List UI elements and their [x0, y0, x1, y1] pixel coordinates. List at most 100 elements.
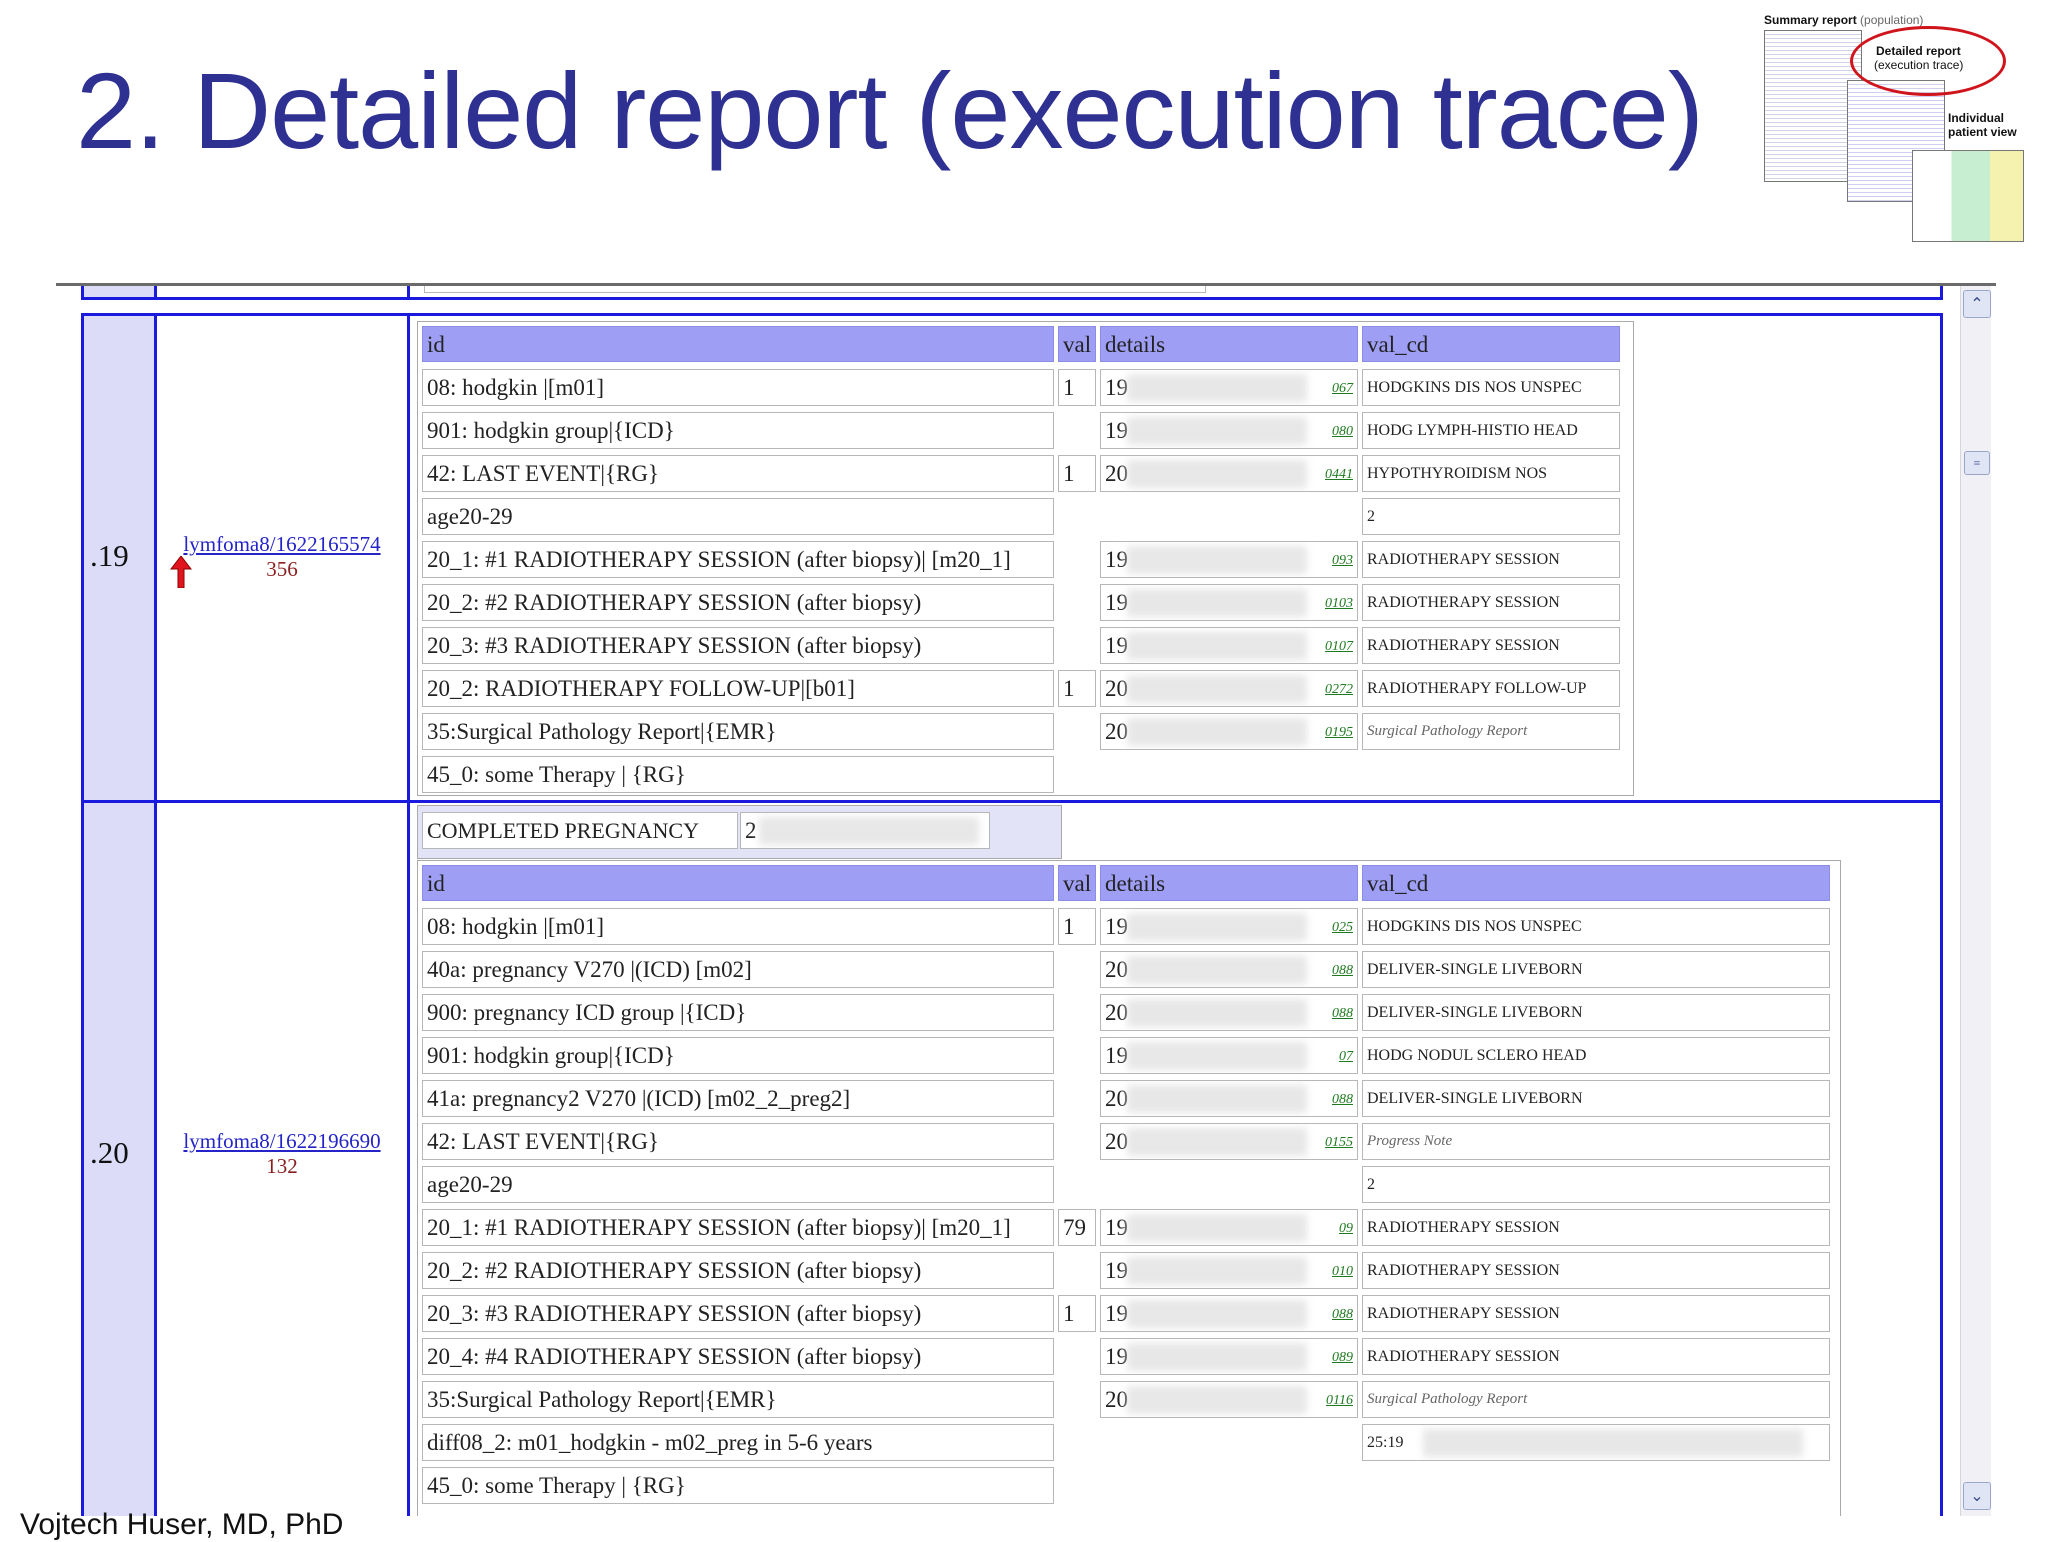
details-link[interactable]: 088	[1332, 1083, 1353, 1116]
event-id-cell: 45_0: some Therapy | {RG}	[422, 756, 1054, 793]
details-date-prefix: 19	[1105, 1344, 1128, 1369]
event-id-cell: diff08_2: m01_hodgkin - m02_preg in 5-6 …	[422, 1424, 1054, 1461]
column-header-details[interactable]: details	[1100, 326, 1358, 362]
event-valcd-cell: HYPOTHYROIDISM NOS	[1362, 455, 1620, 492]
event-valcd-cell: Progress Note	[1362, 1123, 1830, 1160]
column-header-details[interactable]: details	[1100, 865, 1358, 901]
previous-row-remnant	[81, 286, 1943, 300]
event-valcd-cell: RADIOTHERAPY SESSION	[1362, 1338, 1830, 1375]
report-row: .20 lymfoma8/1622196690 132 COMPLETED PR…	[81, 800, 1943, 1516]
event-id-cell: 20_2: #2 RADIOTHERAPY SESSION (after bio…	[422, 584, 1054, 621]
event-id-cell: 45_0: some Therapy | {RG}	[422, 1467, 1054, 1504]
column-header-val-cd[interactable]: val_cd	[1362, 326, 1620, 362]
thumb-individual-label: Individual	[1948, 111, 2005, 125]
redacted-details	[1127, 589, 1307, 617]
thumb-individual-sub: patient view	[1948, 125, 2017, 139]
details-link[interactable]: 093	[1332, 544, 1353, 577]
patient-link[interactable]: lymfoma8/1622165574	[157, 532, 407, 557]
pregnancy-value-cell: 2	[740, 812, 990, 849]
event-id-cell: 41a: pregnancy2 V270 |(ICD) [m02_2_preg2…	[422, 1080, 1054, 1117]
details-link[interactable]: 088	[1332, 997, 1353, 1030]
vertical-scrollbar[interactable]: ⌃ ≡ ⌄	[1960, 286, 1991, 1516]
column-header-id[interactable]: id	[422, 326, 1054, 362]
event-valcd-cell: RADIOTHERAPY SESSION	[1362, 1209, 1830, 1246]
details-link[interactable]: 07	[1339, 1040, 1353, 1073]
event-valcd-cell: RADIOTHERAPY SESSION	[1362, 584, 1620, 621]
event-details-cell: 19 067	[1100, 369, 1358, 406]
redacted-details	[1127, 675, 1307, 703]
details-link[interactable]: 088	[1332, 1298, 1353, 1331]
column-header-val[interactable]: val	[1058, 865, 1096, 901]
event-details-cell: 19 09	[1100, 1209, 1358, 1246]
details-date-prefix: 19	[1105, 633, 1128, 658]
event-val-cell: 79	[1058, 1209, 1096, 1246]
scroll-up-button[interactable]: ⌃	[1963, 290, 1991, 318]
details-link[interactable]: 09	[1339, 1212, 1353, 1245]
report-viewport: .19 lymfoma8/1622165574 356 id val details…	[60, 286, 1960, 1516]
event-details-cell: 19 088	[1100, 1295, 1358, 1332]
details-link[interactable]: 0195	[1325, 716, 1353, 749]
details-link[interactable]: 025	[1332, 911, 1353, 944]
details-link[interactable]: 0103	[1325, 587, 1353, 620]
event-val-cell: 1	[1058, 908, 1096, 945]
event-details-cell: 19 025	[1100, 908, 1358, 945]
column-header-val-cd[interactable]: val_cd	[1362, 865, 1830, 901]
previous-row-table	[424, 286, 1206, 293]
event-valcd-cell: RADIOTHERAPY SESSION	[1362, 1252, 1830, 1289]
details-link[interactable]: 010	[1332, 1255, 1353, 1288]
redacted-details	[1127, 1214, 1307, 1242]
event-val-cell: 1	[1058, 1295, 1096, 1332]
redacted-details	[1127, 417, 1307, 445]
column-header-val[interactable]: val	[1058, 326, 1096, 362]
details-link[interactable]: 0155	[1325, 1126, 1353, 1159]
event-details-cell: 20 0272	[1100, 670, 1358, 707]
details-link[interactable]: 067	[1332, 372, 1353, 405]
event-table: id val details val_cd 08: hodgkin |[m01] 1 19 0…	[417, 321, 1634, 796]
details-date-prefix: 19	[1105, 547, 1128, 572]
patient-link[interactable]: lymfoma8/1622196690	[157, 1129, 407, 1154]
details-link[interactable]: 0441	[1325, 458, 1353, 491]
column-header-id[interactable]: id	[422, 865, 1054, 901]
details-date-prefix: 20	[1105, 1387, 1128, 1412]
redacted-details	[1127, 374, 1307, 402]
author-footer: Vojtech Huser, MD, PhD	[20, 1508, 344, 1541]
event-id-cell: 42: LAST EVENT|{RG}	[422, 1123, 1054, 1160]
details-link[interactable]: 0272	[1325, 673, 1353, 706]
event-details-cell: 20 0155	[1100, 1123, 1358, 1160]
details-link[interactable]: 0116	[1326, 1384, 1353, 1417]
previous-row-num-cell	[84, 286, 157, 297]
event-id-cell: 35:Surgical Pathology Report|{EMR}	[422, 1381, 1054, 1418]
event-details-cell: 19 0103	[1100, 584, 1358, 621]
event-valcd-cell: RADIOTHERAPY SESSION	[1362, 541, 1620, 578]
event-details-cell: 19 089	[1100, 1338, 1358, 1375]
patient-id-cell: lymfoma8/1622165574 356	[157, 316, 410, 800]
details-date-prefix: 19	[1105, 418, 1128, 443]
scroll-thumb[interactable]: ≡	[1964, 451, 1990, 475]
event-details-cell: 20 0441	[1100, 455, 1358, 492]
event-id-cell: 40a: pregnancy V270 |(ICD) [m02]	[422, 951, 1054, 988]
event-valcd-cell: Surgical Pathology Report	[1362, 713, 1620, 750]
event-val-cell: 1	[1058, 670, 1096, 707]
redacted-details	[1127, 546, 1307, 574]
slide-title: 2. Detailed report (execution trace)	[76, 50, 1704, 171]
event-details-cell: 19 0107	[1100, 627, 1358, 664]
event-valcd-cell: HODGKINS DIS NOS UNSPEC	[1362, 908, 1830, 945]
redacted-details	[1127, 1257, 1307, 1285]
scroll-down-button[interactable]: ⌄	[1963, 1482, 1991, 1510]
details-link[interactable]: 080	[1332, 415, 1353, 448]
event-id-cell: 901: hodgkin group|{ICD}	[422, 1037, 1054, 1074]
row-number-cell: .20	[84, 803, 157, 1516]
row-number: .20	[90, 1135, 129, 1170]
details-date-prefix: 19	[1105, 590, 1128, 615]
event-id-cell: 20_3: #3 RADIOTHERAPY SESSION (after bio…	[422, 627, 1054, 664]
event-id-cell: age20-29	[422, 498, 1054, 535]
details-link[interactable]: 089	[1332, 1341, 1353, 1374]
details-date-prefix: 19	[1105, 1258, 1128, 1283]
details-link[interactable]: 0107	[1325, 630, 1353, 663]
redacted-details	[1127, 913, 1307, 941]
details-date-prefix: 20	[1105, 719, 1128, 744]
redacted-details	[1127, 1085, 1307, 1113]
event-id-cell: 08: hodgkin |[m01]	[422, 908, 1054, 945]
event-count: 356	[266, 557, 298, 581]
details-link[interactable]: 088	[1332, 954, 1353, 987]
